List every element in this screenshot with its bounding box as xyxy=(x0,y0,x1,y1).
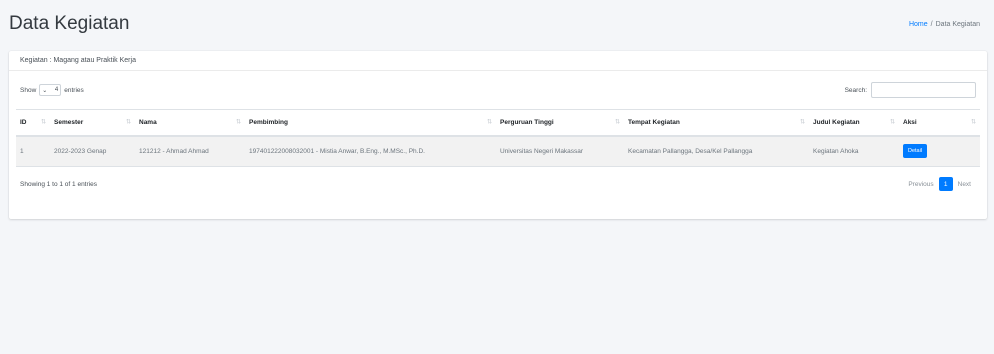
cell-semester: 2022-2023 Genap xyxy=(50,135,135,167)
table-row: 1 2022-2023 Genap 121212 - Ahmad Ahmad 1… xyxy=(16,135,980,167)
table-header-row: ID ⇅ Semester ⇅ Nama ⇅ Pembimbing ⇅ Pergurua… xyxy=(16,109,980,137)
entries-select[interactable]: ⌄ 4 xyxy=(39,84,62,96)
chevron-down-icon: ⌄ xyxy=(42,87,48,94)
table-footer: Showing 1 to 1 of 1 entries Previous 1 N… xyxy=(16,167,980,201)
next-page-button[interactable]: Next xyxy=(953,181,976,188)
table-search: Search: xyxy=(845,82,976,98)
sort-arrows-icon: ⇅ xyxy=(614,119,620,126)
card-header: Kegiatan : Magang atau Praktik Kerja xyxy=(9,51,987,71)
page-title: Data Kegiatan xyxy=(9,13,130,34)
sort-arrows-icon: ⇅ xyxy=(125,119,131,126)
column-header-perguruan-tinggi[interactable]: Perguruan Tinggi ⇅ xyxy=(496,109,624,137)
sort-arrows-icon: ⇅ xyxy=(40,119,46,126)
search-input[interactable] xyxy=(871,82,976,98)
detail-button[interactable]: Detail xyxy=(903,144,928,159)
cell-pembimbing: 197401222008032001 - Mistia Anwar, B.Eng… xyxy=(245,135,496,167)
column-header-pembimbing[interactable]: Pembimbing ⇅ xyxy=(245,109,496,137)
page-1-button[interactable]: 1 xyxy=(938,177,953,191)
cell-tempat-kegiatan: Kecamatan Pallangga, Desa/Kel Pallangga xyxy=(624,135,809,167)
cell-id: 1 xyxy=(16,135,50,167)
breadcrumb: Home / Data Kegiatan xyxy=(909,21,980,28)
column-header-judul-kegiatan[interactable]: Judul Kegiatan ⇅ xyxy=(809,109,899,137)
show-label: Show xyxy=(20,86,37,94)
entries-label: entries xyxy=(64,86,84,94)
sort-arrows-icon: ⇅ xyxy=(889,119,895,126)
pagination: Previous 1 Next xyxy=(903,177,976,191)
breadcrumb-current: Data Kegiatan xyxy=(935,20,980,28)
cell-aksi: Detail xyxy=(899,135,980,167)
sort-arrows-icon: ⇅ xyxy=(486,119,492,126)
column-header-semester[interactable]: Semester ⇅ xyxy=(50,109,135,137)
table-info: Showing 1 to 1 of 1 entries xyxy=(20,180,97,188)
column-header-tempat-kegiatan[interactable]: Tempat Kegiatan ⇅ xyxy=(624,109,809,137)
card-body: Show ⌄ 4 entries Search: ID ⇅ Semester ⇅ N… xyxy=(9,71,987,201)
cell-nama: 121212 - Ahmad Ahmad xyxy=(135,135,245,167)
kegiatan-table: ID ⇅ Semester ⇅ Nama ⇅ Pembimbing ⇅ Pergurua… xyxy=(16,109,980,167)
table-toolbar: Show ⌄ 4 entries Search: xyxy=(16,71,980,109)
column-header-nama[interactable]: Nama ⇅ xyxy=(135,109,245,137)
cell-perguruan-tinggi: Universitas Negeri Makassar xyxy=(496,135,624,167)
entries-select-value: 4 xyxy=(54,87,59,93)
sort-arrows-icon: ⇅ xyxy=(235,119,241,126)
entries-length-control: Show ⌄ 4 entries xyxy=(20,84,84,96)
breadcrumb-home-link[interactable]: Home xyxy=(909,21,928,28)
cell-judul-kegiatan: Kegiatan Ahoka xyxy=(809,135,899,167)
column-header-id[interactable]: ID ⇅ xyxy=(16,109,50,137)
content-header: Data Kegiatan Home / Data Kegiatan xyxy=(0,0,994,48)
column-header-aksi[interactable]: Aksi ⇅ xyxy=(899,109,980,137)
kegiatan-card: Kegiatan : Magang atau Praktik Kerja Sho… xyxy=(9,51,987,219)
breadcrumb-separator: / xyxy=(930,20,933,28)
sort-arrows-icon: ⇅ xyxy=(799,119,805,126)
previous-page-button[interactable]: Previous xyxy=(903,181,938,188)
search-label: Search: xyxy=(844,86,867,94)
sort-arrows-icon: ⇅ xyxy=(970,119,976,126)
